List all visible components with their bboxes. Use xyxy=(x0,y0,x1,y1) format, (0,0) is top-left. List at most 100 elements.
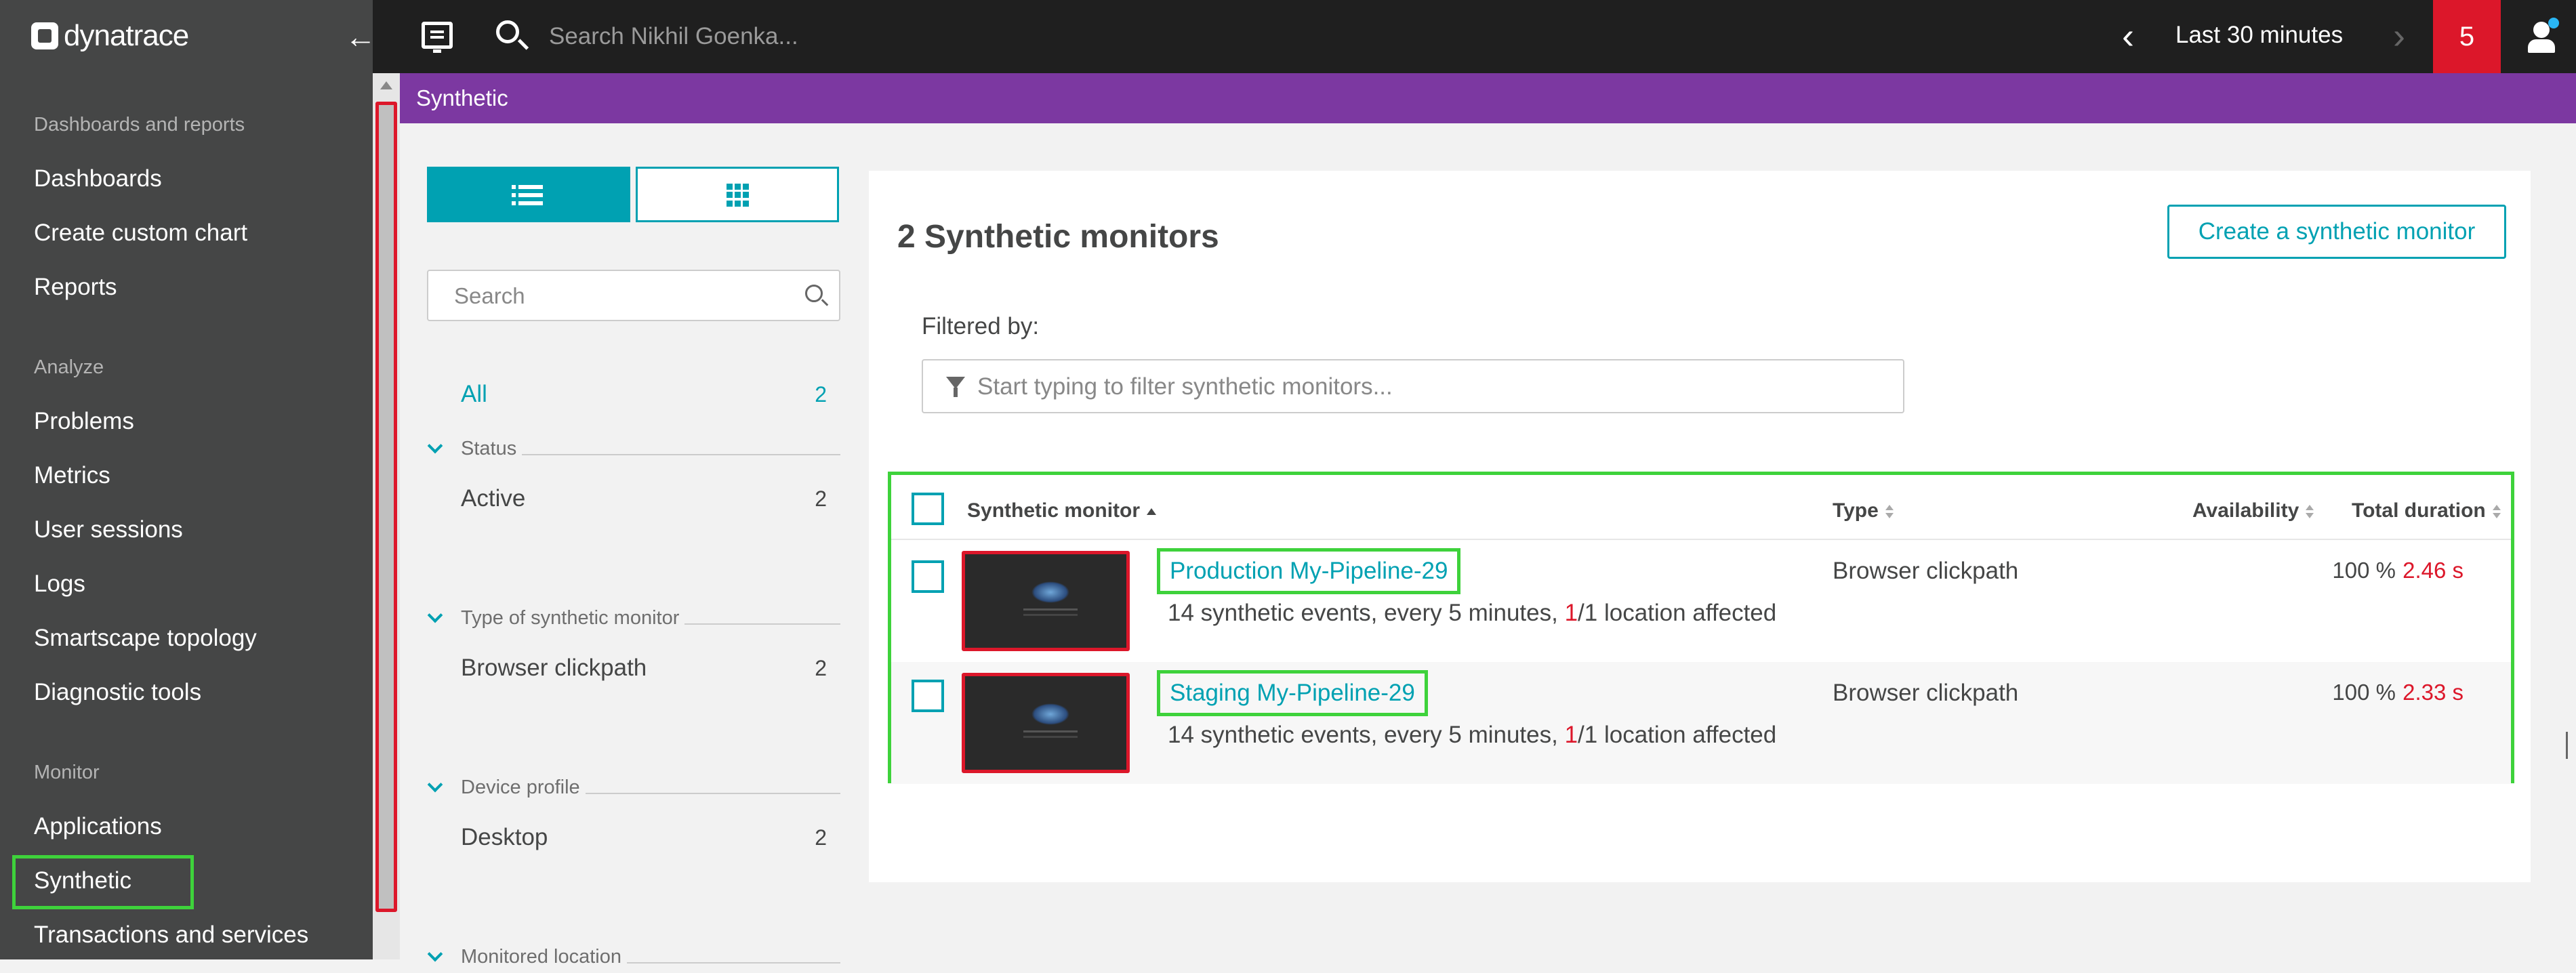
facet-all[interactable]: All xyxy=(461,381,487,408)
monitors-card: 2 Synthetic monitors Create a synthetic … xyxy=(869,171,2531,882)
monitor-availability: 100 % xyxy=(2332,680,2396,705)
facet-group-title: Device profile xyxy=(461,777,586,799)
facet-item-count: 2 xyxy=(815,486,827,511)
sidebar: dynatrace ← Dashboards and reports Dashb… xyxy=(0,0,376,959)
affected-count: 1 xyxy=(1564,722,1578,748)
column-header-total-duration[interactable]: Total duration xyxy=(2352,499,2501,522)
problems-count-badge[interactable]: 5 xyxy=(2433,0,2501,73)
column-header-synthetic-monitor[interactable]: Synthetic monitor xyxy=(967,499,1157,522)
breadcrumb-synthetic[interactable]: Synthetic xyxy=(416,85,508,111)
facet-search-input[interactable] xyxy=(453,281,792,312)
scroll-up-arrow-icon[interactable] xyxy=(380,81,392,89)
sidebar-scrollbar[interactable] xyxy=(373,73,400,959)
monitor-filter-field[interactable] xyxy=(922,359,1904,413)
create-synthetic-monitor-button[interactable]: Create a synthetic monitor xyxy=(2167,205,2506,259)
sort-icon xyxy=(1885,505,1894,519)
select-all-checkbox[interactable] xyxy=(912,493,944,525)
grid-view-button[interactable] xyxy=(636,167,839,222)
nav-section-monitor: Monitor xyxy=(34,762,100,783)
nav-item-problems[interactable]: Problems xyxy=(34,408,134,435)
search-icon[interactable] xyxy=(496,20,519,43)
column-header-label: Type xyxy=(1833,499,1879,522)
nav-item-smartscape-topology[interactable]: Smartscape topology xyxy=(34,625,257,652)
timeframe-previous-chevron-icon[interactable]: ‹ xyxy=(2108,16,2148,57)
monitor-type: Browser clickpath xyxy=(1833,558,2019,584)
affected-total: /1 location affected xyxy=(1578,600,1777,626)
column-header-label: Availability xyxy=(2192,499,2299,522)
facet-search-field[interactable] xyxy=(427,270,840,321)
chevron-down-icon xyxy=(427,777,443,793)
facet-group-status[interactable]: Status xyxy=(427,438,840,465)
thumbnail-text-lines xyxy=(1023,608,1078,610)
facet-item-count: 2 xyxy=(815,825,827,850)
thumbnail-text-lines xyxy=(1023,730,1078,732)
row-checkbox[interactable] xyxy=(912,560,944,593)
chevron-down-icon xyxy=(427,438,443,454)
nav-item-dashboards[interactable]: Dashboards xyxy=(34,165,162,192)
timeframe-next-chevron-icon[interactable]: › xyxy=(2379,16,2419,57)
user-body-shape xyxy=(2528,39,2555,53)
monitor-details: 14 synthetic events, every 5 minutes, 1/… xyxy=(1168,722,1776,749)
dashboard-monitor-icon[interactable] xyxy=(422,22,453,53)
nav-item-logs[interactable]: Logs xyxy=(34,571,85,598)
nav-item-user-sessions[interactable]: User sessions xyxy=(34,516,183,543)
timeframe-selector[interactable]: Last 30 minutes xyxy=(2175,22,2343,49)
monitor-screenshot-thumbnail[interactable] xyxy=(962,673,1130,773)
monitor-screenshot-thumbnail[interactable] xyxy=(962,551,1130,651)
dynatrace-logo[interactable]: dynatrace xyxy=(31,18,189,54)
monitors-table: Synthetic monitor Type Availability Tota… xyxy=(888,472,2514,784)
page-title: 2 Synthetic monitors xyxy=(897,219,1219,255)
facet-group-device-profile[interactable]: Device profile xyxy=(427,777,840,804)
table-row[interactable]: Production My-Pipeline-29 14 synthetic e… xyxy=(891,540,2511,662)
breadcrumb: Synthetic xyxy=(400,73,2576,123)
sort-icon xyxy=(2306,505,2314,519)
facet-item-count: 2 xyxy=(815,656,827,680)
scrollbar-thumb[interactable] xyxy=(375,102,397,912)
facet-group-title: Type of synthetic monitor xyxy=(461,607,685,629)
nav-section-dashboards: Dashboards and reports xyxy=(34,114,245,136)
facet-item-active[interactable]: Active xyxy=(461,485,525,512)
nav-item-reports[interactable]: Reports xyxy=(34,274,117,301)
chevron-down-icon xyxy=(427,607,443,623)
monitor-name-link[interactable]: Production My-Pipeline-29 xyxy=(1157,548,1461,594)
monitor-details: 14 synthetic events, every 5 minutes, 1/… xyxy=(1168,600,1776,627)
monitor-type: Browser clickpath xyxy=(1833,680,2019,706)
nav-section-analyze: Analyze xyxy=(34,356,104,378)
thumbnail-art xyxy=(1031,581,1069,603)
column-header-label: Total duration xyxy=(2352,499,2486,522)
collapse-sidebar-arrow-icon[interactable]: ← xyxy=(344,20,377,53)
affected-total: /1 location affected xyxy=(1578,722,1777,748)
sort-ascending-icon xyxy=(1147,508,1157,516)
table-row[interactable]: Staging My-Pipeline-29 14 synthetic even… xyxy=(891,662,2511,784)
grid-icon xyxy=(727,184,750,207)
list-icon xyxy=(512,185,543,205)
nav-item-diagnostic-tools[interactable]: Diagnostic tools xyxy=(34,679,201,706)
global-search-input[interactable] xyxy=(548,16,1158,57)
facet-group-title: Monitored location xyxy=(461,946,627,968)
facet-all-count: 2 xyxy=(815,382,827,407)
notification-dot xyxy=(2548,18,2559,28)
monitor-filter-input[interactable] xyxy=(976,371,1884,402)
dynatrace-logo-icon xyxy=(31,22,58,49)
nav-item-metrics[interactable]: Metrics xyxy=(34,462,110,489)
nav-item-applications[interactable]: Applications xyxy=(34,813,162,840)
monitor-name-link[interactable]: Staging My-Pipeline-29 xyxy=(1157,670,1428,716)
nav-item-create-custom-chart[interactable]: Create custom chart xyxy=(34,220,247,247)
filtered-by-label: Filtered by: xyxy=(922,313,1040,339)
user-head-shape xyxy=(2533,22,2550,38)
facet-group-monitored-location[interactable]: Monitored location xyxy=(427,946,840,973)
facet-group-type[interactable]: Type of synthetic monitor xyxy=(427,607,840,634)
facet-item-browser-clickpath[interactable]: Browser clickpath xyxy=(461,655,647,682)
filter-funnel-icon xyxy=(946,377,965,397)
resize-handle-icon[interactable] xyxy=(2566,732,2575,759)
user-account-icon[interactable] xyxy=(2522,15,2563,56)
column-header-availability[interactable]: Availability xyxy=(2192,499,2314,522)
facet-item-desktop[interactable]: Desktop xyxy=(461,824,548,851)
search-icon xyxy=(805,285,823,302)
monitor-availability: 100 % xyxy=(2332,558,2396,583)
row-checkbox[interactable] xyxy=(912,680,944,712)
nav-item-synthetic[interactable]: Synthetic xyxy=(34,867,131,894)
list-view-button[interactable] xyxy=(427,167,630,222)
column-header-type[interactable]: Type xyxy=(1833,499,1894,522)
nav-item-transactions-and-services[interactable]: Transactions and services xyxy=(34,922,308,949)
